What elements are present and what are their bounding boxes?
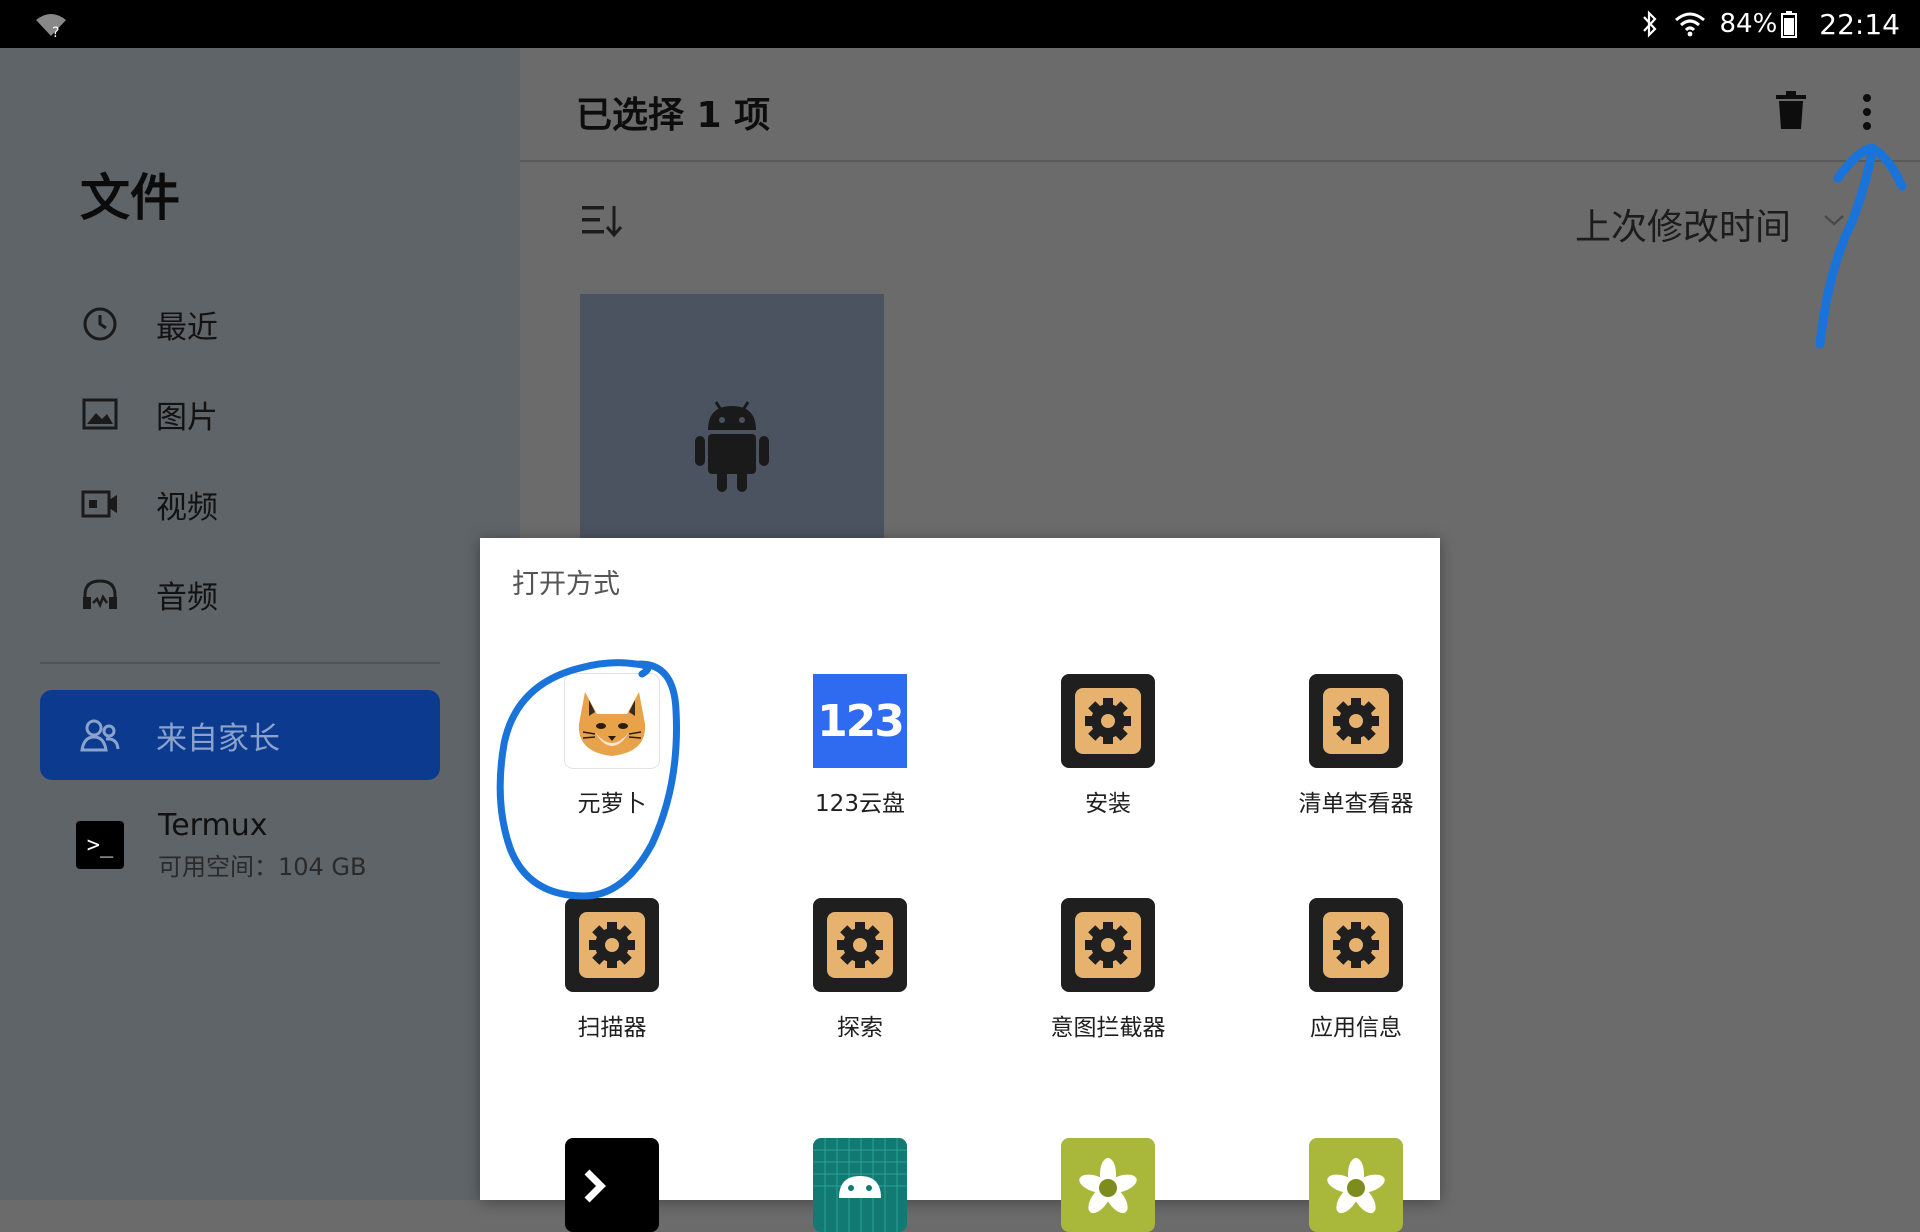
sidebar-title: 文件	[80, 169, 180, 227]
storage-termux[interactable]: >_ Termux 可用空间：104 GB	[76, 808, 367, 882]
sidebar: 文件 最近 图片 视频 音频 来自家长 >_ Termux 可用空间：104 G…	[0, 48, 520, 1200]
battery-icon	[1781, 11, 1798, 38]
selection-title: 已选择 1 项	[576, 95, 771, 136]
sort-label[interactable]: 上次修改时间	[1575, 198, 1791, 250]
app-manifest-viewer[interactable]: 清单查看器	[1232, 674, 1480, 818]
termux-icon: >_	[76, 821, 124, 869]
app-label: 安装	[1085, 791, 1131, 817]
wifi-unknown-icon: ?	[36, 14, 66, 38]
status-bar: ? 84% 22:14	[0, 0, 1920, 48]
lynx-icon	[565, 674, 659, 768]
app-label: 意图拦截器	[1050, 1015, 1166, 1041]
image-icon	[80, 394, 120, 434]
sidebar-item-label: 音频	[156, 579, 218, 616]
toolbar-divider	[520, 160, 1920, 162]
app-explore[interactable]: 探索	[736, 898, 984, 1042]
app-label: 应用信息	[1310, 1015, 1402, 1041]
android-icon	[695, 401, 769, 492]
open-with-dialog: 打开方式 元萝卜 123 123云盘 安装 清单查看器 扫描器 探索 意图拦截器…	[480, 538, 1440, 1232]
app-termux[interactable]	[488, 1138, 736, 1232]
headphones-icon	[80, 574, 120, 614]
123-cloud-icon-text: 123	[817, 695, 905, 747]
gear-icon	[1309, 674, 1403, 768]
sidebar-item-videos[interactable]: 视频	[80, 472, 440, 536]
gear-icon	[813, 898, 907, 992]
app-label: 探索	[837, 1015, 883, 1041]
app-label: 扫描器	[577, 1015, 647, 1041]
app-scanner[interactable]: 扫描器	[488, 898, 736, 1042]
dialog-title: 打开方式	[512, 569, 620, 600]
svg-text:?: ?	[52, 25, 59, 38]
gear-icon	[1061, 898, 1155, 992]
sidebar-item-images[interactable]: 图片	[80, 382, 440, 446]
app-label: 元萝卜	[577, 791, 647, 817]
delete-icon[interactable]	[1774, 90, 1808, 130]
sidebar-item-recent[interactable]: 最近	[80, 292, 440, 356]
file-thumbnail[interactable]	[580, 294, 884, 550]
more-options-icon[interactable]	[1857, 92, 1877, 132]
sidebar-item-label: 视频	[156, 489, 218, 526]
terminal-icon	[565, 1138, 659, 1232]
app-123-cloud[interactable]: 123 123云盘	[736, 674, 984, 818]
sidebar-item-audio[interactable]: 音频	[80, 562, 440, 626]
sidebar-item-label: 来自家长	[156, 720, 280, 757]
bluetooth-icon	[1642, 10, 1657, 38]
storage-free-space: 可用空间：104 GB	[158, 853, 367, 881]
app-android-tool[interactable]	[736, 1138, 984, 1232]
app-intent-interceptor[interactable]: 意图拦截器	[984, 898, 1232, 1042]
wifi-icon	[1674, 12, 1705, 37]
app-flower-2[interactable]	[1232, 1138, 1480, 1232]
clock-icon	[80, 304, 120, 344]
storage-name: Termux	[158, 808, 268, 843]
app-flower-1[interactable]	[984, 1138, 1232, 1232]
annotation-arrow-icon	[1815, 143, 1907, 349]
gear-icon	[565, 898, 659, 992]
sidebar-item-from-parents[interactable]: 来自家长	[40, 690, 440, 780]
gear-icon	[1309, 898, 1403, 992]
flower-icon	[1061, 1138, 1155, 1232]
app-label: 清单查看器	[1298, 791, 1414, 817]
video-icon	[80, 484, 120, 524]
sidebar-item-label: 图片	[156, 399, 218, 436]
app-app-info[interactable]: 应用信息	[1232, 898, 1480, 1042]
app-yuanluobo[interactable]: 元萝卜	[488, 674, 736, 818]
android-icon	[813, 1138, 907, 1232]
sort-icon[interactable]	[580, 200, 626, 240]
123-cloud-icon: 123	[813, 674, 907, 768]
family-icon	[80, 715, 120, 755]
clock: 22:14	[1819, 7, 1900, 41]
flower-icon	[1309, 1138, 1403, 1232]
app-install[interactable]: 安装	[984, 674, 1232, 818]
gear-icon	[1061, 674, 1155, 768]
sidebar-item-label: 最近	[156, 309, 218, 346]
battery-percent: 84%	[1719, 9, 1778, 39]
app-label: 123云盘	[815, 791, 905, 817]
sidebar-divider	[40, 662, 440, 664]
